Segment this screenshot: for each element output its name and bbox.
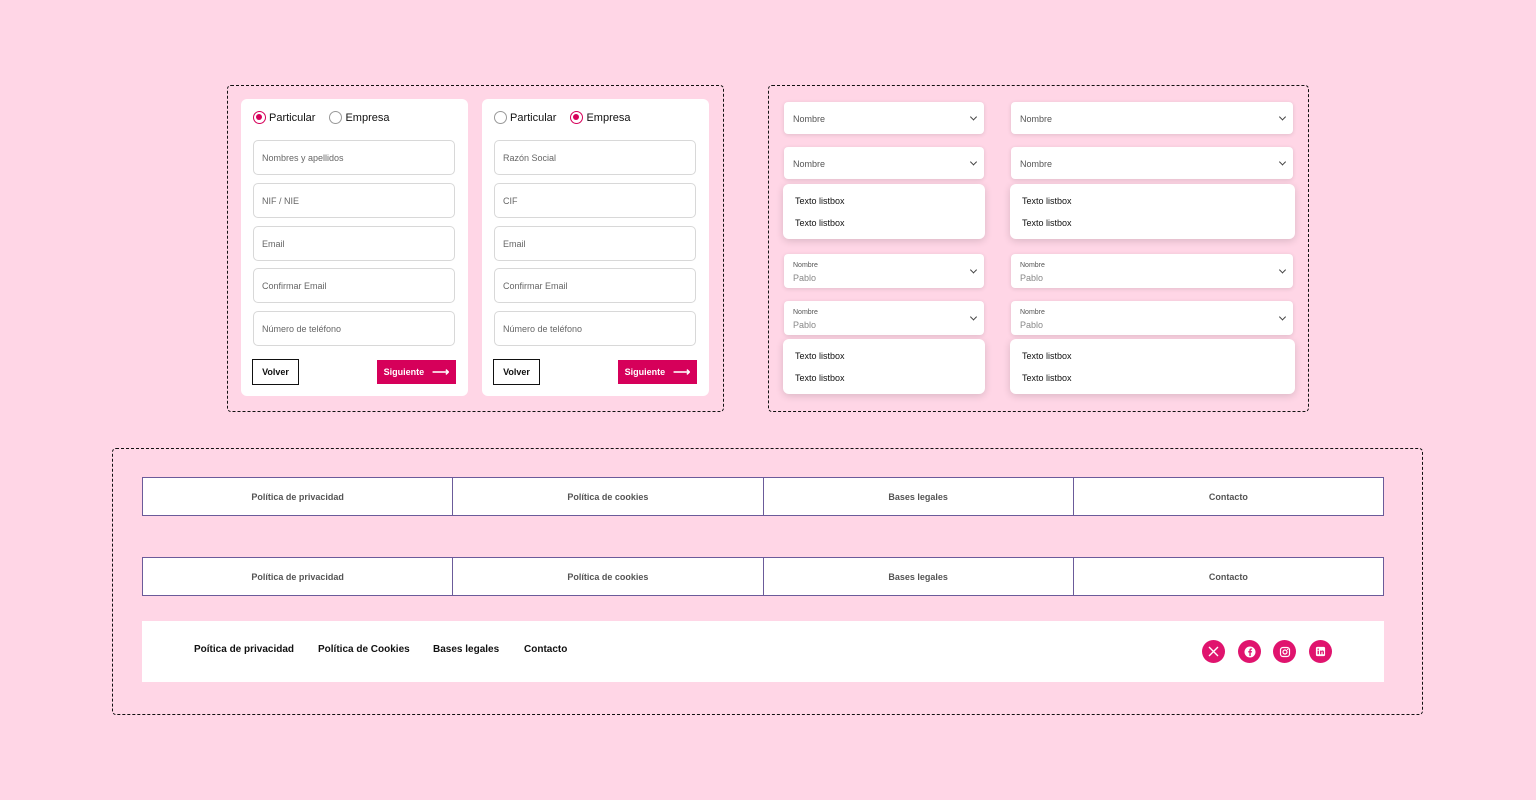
listbox: Texto listbox Texto listbox (1010, 184, 1295, 239)
radio-unchecked-icon (494, 111, 507, 124)
chevron-down-icon (969, 158, 978, 166)
email-field[interactable]: Email (494, 226, 696, 261)
select-value: Pablo (793, 320, 817, 330)
select-value: Pablo (1020, 273, 1044, 283)
listbox: Texto listbox Texto listbox (783, 184, 985, 239)
listbox-option[interactable]: Texto listbox (795, 351, 845, 361)
customer-type-radios: Particular Empresa (253, 111, 404, 124)
radio-empresa[interactable]: Empresa (570, 111, 631, 124)
listbox-option[interactable]: Texto listbox (795, 196, 845, 206)
select-nombre[interactable]: Nombre (1011, 102, 1293, 134)
next-label: Siguiente (624, 367, 666, 377)
linkedin-icon[interactable] (1309, 640, 1332, 663)
select-placeholder: Nombre (1020, 159, 1053, 169)
listbox-option[interactable]: Texto listbox (795, 218, 845, 228)
nav-cookies-link[interactable]: Política de cookies (452, 478, 762, 515)
next-button[interactable]: Siguiente ⟶ (377, 360, 456, 384)
phone-field[interactable]: Número de teléfono (494, 311, 696, 346)
select-placeholder: Nombre (1020, 114, 1053, 124)
radio-empresa[interactable]: Empresa (329, 111, 390, 124)
site-footer: Poítica de privacidad Política de Cookie… (142, 621, 1384, 682)
radio-label: Empresa (345, 111, 390, 124)
footer-contact-link[interactable]: Contacto (524, 644, 567, 655)
x-icon[interactable] (1202, 640, 1225, 663)
full-name-field[interactable]: Nombres y apellidos (253, 140, 455, 175)
confirm-email-field[interactable]: Confirmar Email (253, 268, 455, 303)
legal-nav: Política de privacidad Política de cooki… (142, 477, 1384, 516)
chevron-down-icon (1278, 313, 1287, 321)
back-button[interactable]: Volver (493, 359, 540, 385)
legal-nav: Política de privacidad Política de cooki… (142, 557, 1384, 596)
company-name-field[interactable]: Razón Social (494, 140, 696, 175)
footer-cookies-link[interactable]: Política de Cookies (318, 644, 410, 655)
confirm-email-field[interactable]: Confirmar Email (494, 268, 696, 303)
chevron-down-icon (1278, 266, 1287, 274)
radio-particular[interactable]: Particular (253, 111, 315, 124)
select-placeholder: Nombre (793, 114, 826, 124)
select-nombre-filled-open[interactable]: Nombre Pablo (1011, 301, 1293, 335)
nif-field[interactable]: NIF / NIE (253, 183, 455, 218)
select-floating-label: Nombre (1020, 262, 1045, 269)
nav-privacy-link[interactable]: Política de privacidad (143, 558, 452, 595)
select-placeholder: Nombre (793, 159, 826, 169)
arrow-right-icon: ⟶ (673, 365, 691, 379)
nav-contact-link[interactable]: Contacto (1072, 478, 1383, 515)
nav-legal-bases-link[interactable]: Bases legales (762, 558, 1073, 595)
listbox-option[interactable]: Texto listbox (1022, 196, 1072, 206)
listbox-option[interactable]: Texto listbox (1022, 351, 1072, 361)
back-button[interactable]: Volver (252, 359, 299, 385)
select-nombre-open[interactable]: Nombre (784, 147, 984, 179)
chevron-down-icon (1278, 158, 1287, 166)
form-card-empresa: Particular Empresa Razón Social CIF Emai… (482, 99, 709, 396)
select-floating-label: Nombre (793, 309, 818, 316)
radio-label: Particular (269, 111, 316, 124)
next-label: Siguiente (383, 367, 425, 377)
footer-privacy-link[interactable]: Poítica de privacidad (194, 644, 294, 655)
radio-particular[interactable]: Particular (494, 111, 556, 124)
select-nombre-filled[interactable]: Nombre Pablo (784, 254, 984, 288)
nav-contact-link[interactable]: Contacto (1072, 558, 1383, 595)
nav-privacy-link[interactable]: Política de privacidad (143, 478, 452, 515)
select-nombre-filled[interactable]: Nombre Pablo (1011, 254, 1293, 288)
chevron-down-icon (1278, 113, 1287, 121)
select-value: Pablo (793, 273, 817, 283)
listbox-option[interactable]: Texto listbox (1022, 218, 1072, 228)
chevron-down-icon (969, 113, 978, 121)
instagram-icon[interactable] (1273, 640, 1296, 663)
select-floating-label: Nombre (1020, 309, 1045, 316)
listbox: Texto listbox Texto listbox (1010, 339, 1295, 394)
select-nombre-filled-open[interactable]: Nombre Pablo (784, 301, 984, 335)
listbox-option[interactable]: Texto listbox (1022, 373, 1072, 383)
radio-label: Empresa (586, 111, 631, 124)
phone-field[interactable]: Número de teléfono (253, 311, 455, 346)
customer-type-radios: Particular Empresa (494, 111, 645, 124)
radio-unchecked-icon (329, 111, 343, 124)
select-nombre[interactable]: Nombre (784, 102, 984, 134)
radio-checked-icon (570, 111, 584, 124)
select-floating-label: Nombre (793, 262, 818, 269)
chevron-down-icon (969, 266, 978, 274)
radio-label: Particular (510, 111, 557, 124)
facebook-icon[interactable] (1238, 640, 1261, 663)
radio-checked-icon (253, 111, 266, 124)
nav-legal-bases-link[interactable]: Bases legales (762, 478, 1073, 515)
chevron-down-icon (969, 313, 978, 321)
email-field[interactable]: Email (253, 226, 455, 261)
listbox: Texto listbox Texto listbox (783, 339, 985, 394)
next-button[interactable]: Siguiente ⟶ (618, 360, 697, 384)
nav-cookies-link[interactable]: Política de cookies (452, 558, 762, 595)
select-value: Pablo (1020, 320, 1044, 330)
cif-field[interactable]: CIF (494, 183, 696, 218)
form-card-particular: Particular Empresa Nombres y apellidos N… (241, 99, 468, 396)
footer-legal-bases-link[interactable]: Bases legales (433, 644, 499, 655)
listbox-option[interactable]: Texto listbox (795, 373, 845, 383)
arrow-right-icon: ⟶ (432, 365, 450, 379)
select-nombre-open[interactable]: Nombre (1011, 147, 1293, 179)
